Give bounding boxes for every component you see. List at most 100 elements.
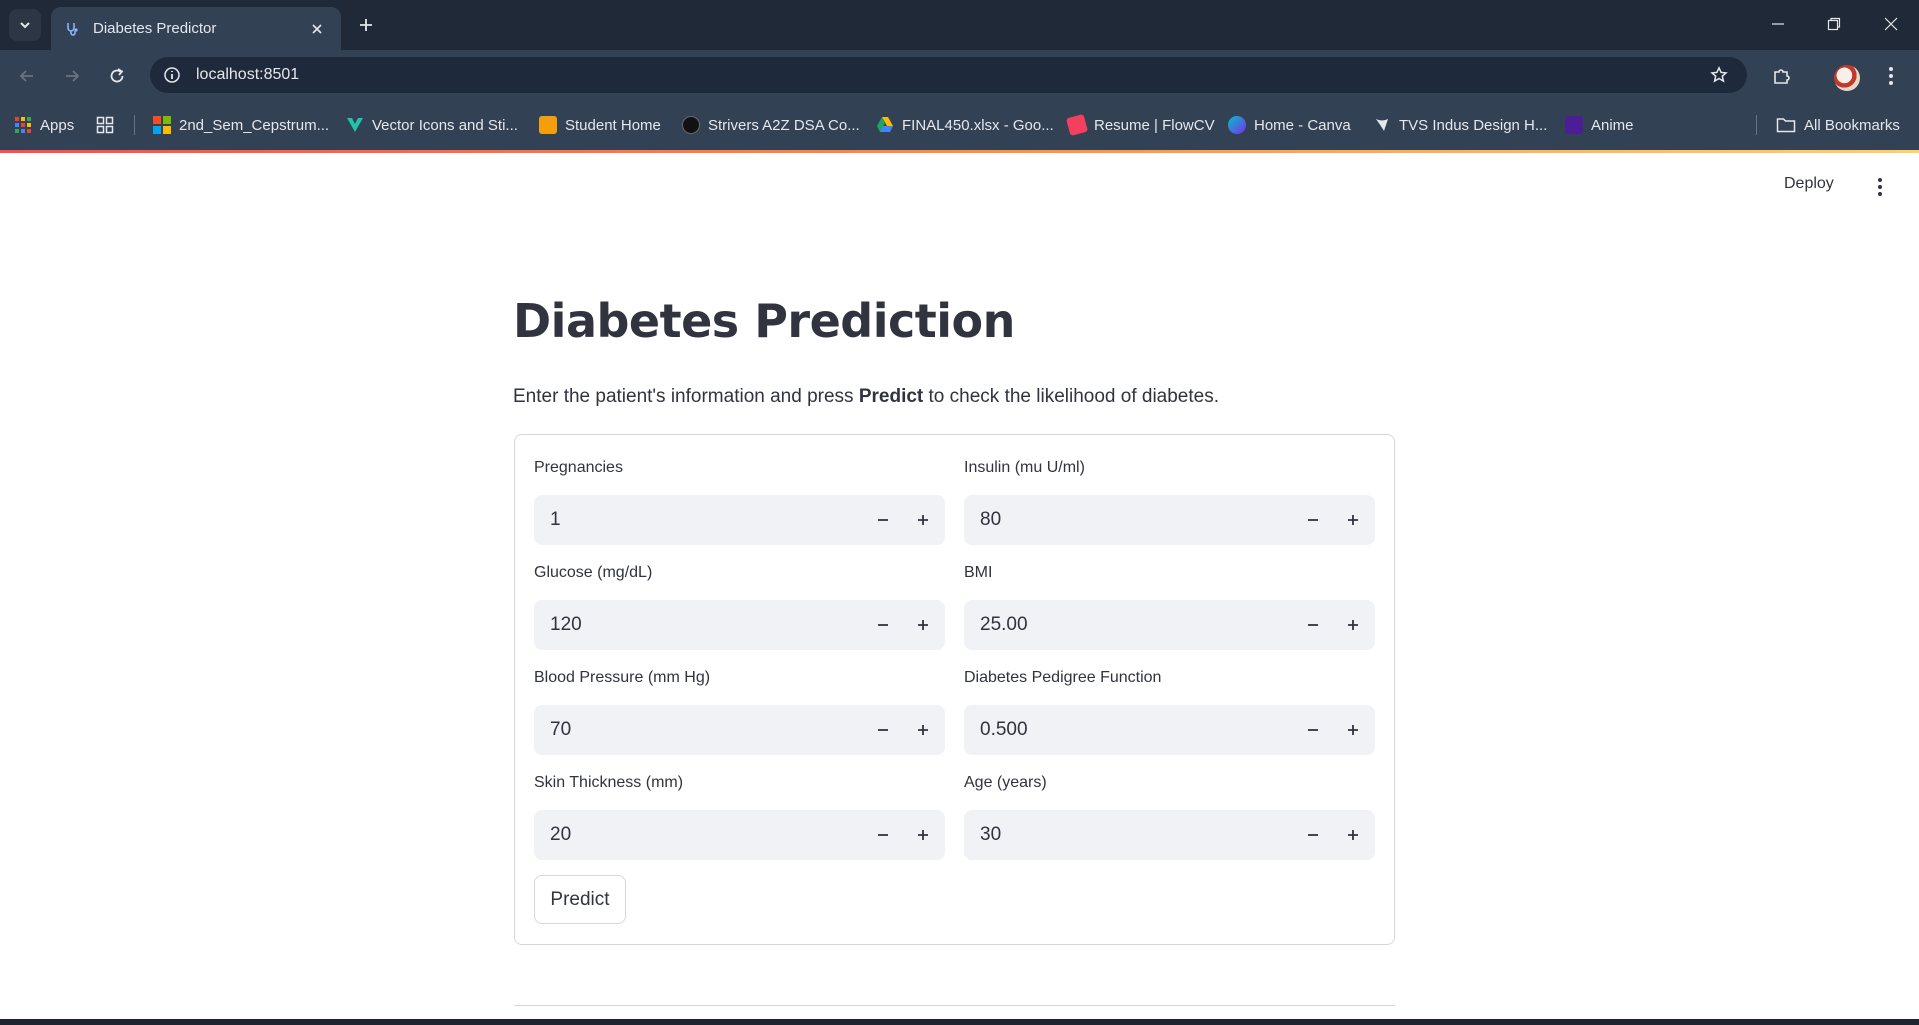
tuf-logo-icon: [682, 116, 700, 134]
bookmark-label: FINAL450.xlsx - Goo...: [902, 116, 1054, 134]
pregnancies-number-input[interactable]: 1: [534, 495, 945, 545]
glucose-field: Glucose (mg/dL) 120: [534, 564, 945, 650]
field-label: Skin Thickness (mm): [534, 774, 684, 791]
bookmark-item[interactable]: Resume | FlowCV: [1065, 113, 1215, 137]
skin-thickness-value[interactable]: 20: [534, 824, 863, 846]
tab-title: Diabetes Predictor: [93, 20, 217, 37]
insulin-value[interactable]: 80: [964, 509, 1293, 531]
bookmark-item[interactable]: 2nd_Sem_Cepstrum...: [153, 113, 329, 137]
field-label: Blood Pressure (mm Hg): [534, 669, 711, 686]
skin-thickness-number-input[interactable]: 20: [534, 810, 945, 860]
flowcv-icon: [1065, 113, 1089, 137]
site-info-icon[interactable]: [152, 57, 192, 93]
close-window-icon[interactable]: [1871, 8, 1911, 40]
browser-tab[interactable]: Diabetes Predictor: [51, 7, 341, 50]
blood-pressure-value[interactable]: 70: [534, 719, 863, 741]
bookmark-item[interactable]: Vector Icons and Sti...: [346, 113, 518, 137]
age-field: Age (years) 30: [964, 774, 1375, 860]
bookmark-label: Student Home: [565, 116, 661, 134]
pedigree-number-input[interactable]: 0.500: [964, 705, 1375, 755]
prediction-form: Pregnancies 1 Glucose (mg/dL) 120 Blood …: [514, 434, 1395, 945]
tvs-logo-icon: [1376, 119, 1388, 131]
age-value[interactable]: 30: [964, 824, 1293, 846]
url-text[interactable]: localhost:8501: [196, 66, 1699, 84]
increment-plus-icon[interactable]: [1333, 495, 1373, 545]
decrement-minus-icon[interactable]: [1293, 600, 1333, 650]
tab-search-button[interactable]: [9, 9, 41, 41]
decrement-minus-icon[interactable]: [863, 705, 903, 755]
new-tab-plus-icon[interactable]: [354, 13, 378, 37]
bookmark-item[interactable]: TVS Indus Design H...: [1373, 113, 1547, 137]
student-home-icon: [539, 116, 557, 134]
bookmark-star-icon[interactable]: [1699, 57, 1739, 93]
bookmark-label: 2nd_Sem_Cepstrum...: [179, 116, 330, 134]
bookmark-label: Anime: [1591, 116, 1634, 134]
minimize-icon[interactable]: [1758, 8, 1798, 40]
decrement-minus-icon[interactable]: [1293, 495, 1333, 545]
bmi-value[interactable]: 25.00: [964, 614, 1293, 636]
apps-grid-icon: [15, 117, 31, 133]
canva-icon: [1228, 116, 1246, 134]
field-label: Glucose (mg/dL): [534, 564, 653, 581]
bookmark-item[interactable]: Home - Canva: [1228, 113, 1351, 137]
folder-icon: [1776, 118, 1796, 133]
decrement-minus-icon[interactable]: [863, 600, 903, 650]
bookmarks-divider: [134, 115, 135, 135]
bookmarks-bar: Apps 2nd_Sem_Cepstrum... Vector Icons an…: [0, 100, 1919, 150]
insulin-field: Insulin (mu U/ml) 80: [964, 459, 1375, 545]
pregnancies-value[interactable]: 1: [534, 509, 863, 531]
all-bookmarks[interactable]: All Bookmarks: [1776, 113, 1900, 137]
forward-arrow-icon[interactable]: [57, 61, 87, 91]
address-bar[interactable]: localhost:8501: [150, 57, 1747, 93]
stethoscope-icon: [67, 22, 78, 36]
blood-pressure-number-input[interactable]: 70: [534, 705, 945, 755]
increment-plus-icon[interactable]: [1333, 810, 1373, 860]
app-header: Deploy: [0, 153, 1919, 225]
main-menu-icon[interactable]: [1868, 175, 1892, 199]
field-label: Diabetes Pedigree Function: [964, 669, 1162, 686]
skin-thickness-field: Skin Thickness (mm) 20: [534, 774, 945, 860]
glucose-number-input[interactable]: 120: [534, 600, 945, 650]
decrement-minus-icon[interactable]: [863, 495, 903, 545]
bookmark-label: Resume | FlowCV: [1094, 116, 1215, 134]
bookmark-label: Home - Canva: [1254, 116, 1351, 134]
section-divider: [514, 1005, 1395, 1006]
bookmark-item[interactable]: Strivers A2Z DSA Co...: [682, 113, 860, 137]
tab-groups-icon[interactable]: [96, 113, 114, 137]
increment-plus-icon[interactable]: [903, 810, 943, 860]
increment-plus-icon[interactable]: [1333, 600, 1373, 650]
bookmark-label: Strivers A2Z DSA Co...: [708, 116, 860, 134]
decrement-minus-icon[interactable]: [1293, 810, 1333, 860]
page-title: Diabetes Prediction: [513, 294, 1015, 348]
reload-icon[interactable]: [102, 61, 132, 91]
increment-plus-icon[interactable]: [903, 600, 943, 650]
description-text: Enter the patient's information and pres…: [513, 386, 859, 407]
increment-plus-icon[interactable]: [903, 705, 943, 755]
decrement-minus-icon[interactable]: [863, 810, 903, 860]
bookmark-item[interactable]: Student Home: [539, 113, 661, 137]
increment-plus-icon[interactable]: [1333, 705, 1373, 755]
age-number-input[interactable]: 30: [964, 810, 1375, 860]
extensions-puzzle-icon[interactable]: [1767, 61, 1797, 91]
deploy-button[interactable]: Deploy: [1784, 175, 1834, 193]
browser-toolbar: localhost:8501: [0, 50, 1919, 100]
bookmark-apps[interactable]: Apps: [14, 113, 74, 137]
browser-menu-icon[interactable]: [1876, 61, 1906, 91]
close-tab-icon[interactable]: [307, 19, 327, 39]
field-label: Insulin (mu U/ml): [964, 459, 1085, 476]
back-arrow-icon[interactable]: [12, 61, 42, 91]
glucose-value[interactable]: 120: [534, 614, 863, 636]
restore-icon[interactable]: [1814, 8, 1854, 40]
profile-avatar[interactable]: [1834, 65, 1860, 91]
pedigree-value[interactable]: 0.500: [964, 719, 1293, 741]
blood-pressure-field: Blood Pressure (mm Hg) 70: [534, 669, 945, 755]
bmi-number-input[interactable]: 25.00: [964, 600, 1375, 650]
increment-plus-icon[interactable]: [903, 495, 943, 545]
page-description: Enter the patient's information and pres…: [513, 386, 1219, 408]
bookmark-item[interactable]: Anime: [1565, 113, 1634, 137]
decrement-minus-icon[interactable]: [1293, 705, 1333, 755]
bookmark-item[interactable]: FINAL450.xlsx - Goo...: [876, 113, 1054, 137]
predict-button[interactable]: Predict: [534, 875, 626, 924]
microsoft-logo-icon: [153, 116, 171, 134]
insulin-number-input[interactable]: 80: [964, 495, 1375, 545]
